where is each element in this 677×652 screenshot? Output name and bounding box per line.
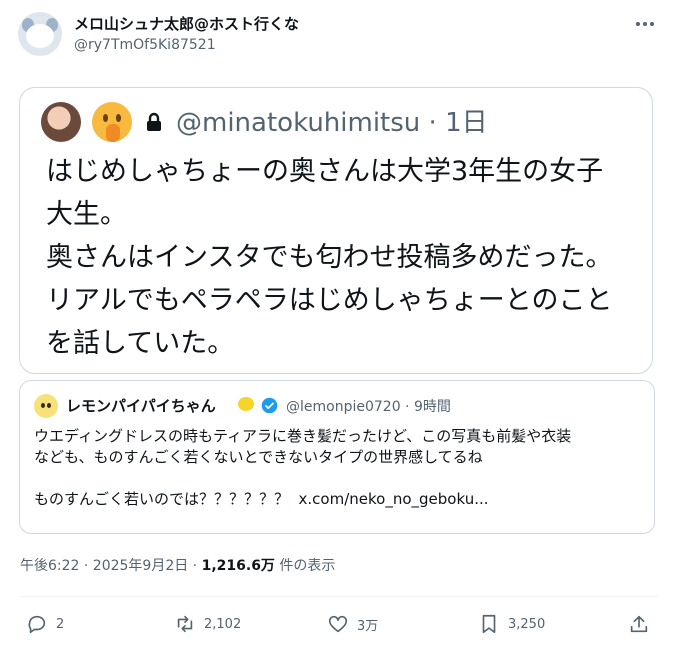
divider	[20, 596, 657, 597]
repost-count: 2,102	[204, 616, 242, 632]
bookmark-icon	[482, 614, 496, 634]
repost-button[interactable]: 2,102	[174, 612, 241, 636]
like-icon	[328, 615, 348, 633]
repost-icon	[177, 615, 193, 633]
verified-badge-icon	[261, 397, 278, 414]
views-count: 1,216.6万	[201, 558, 275, 574]
post-timestamp-views: 午後6:22 · 2025年9月2日 · 1,216.6万 件の表示	[20, 555, 335, 575]
embedded-post-text: はじめしゃちょーの奥さんは大学3年生の女子 大生。 奥さんはインスタでも匂わせ投…	[46, 156, 613, 359]
bookmark-count: 3,250	[508, 616, 546, 632]
share-icon	[630, 615, 648, 633]
lock-icon	[147, 112, 161, 131]
more-icon[interactable]	[630, 12, 660, 36]
reply-button[interactable]: 2	[26, 612, 64, 636]
author-handle[interactable]: @ry7TmOf5Ki87521	[74, 37, 216, 53]
views-label: 件の表示	[274, 558, 336, 574]
embedded-handle-time: @minatokuhimitsu · 1日	[176, 108, 488, 138]
quoted-post[interactable]: レモンパイパイちゃん @lemonpie0720 · 9時間 ウエディングドレス…	[19, 380, 655, 534]
lemon-emoji-icon	[238, 397, 254, 411]
avatar-face	[26, 24, 54, 48]
reply-icon	[28, 615, 46, 634]
like-count: 3万	[357, 618, 379, 634]
shushing-face-emoji-icon	[92, 102, 132, 142]
reply-count: 2	[56, 616, 65, 632]
post-timestamp[interactable]: 午後6:22 · 2025年9月2日 ·	[20, 558, 202, 574]
quoted-author-name: レモンパイパイちゃん	[66, 397, 216, 415]
author-display-name[interactable]: メロ山シュナ太郎@ホスト行くな	[74, 13, 299, 34]
quoted-post-text: ウエディングドレスの時もティアラに巻き髪だったけど、この写真も前髪や衣装 なども…	[34, 427, 572, 508]
quoted-handle-time: @lemonpie0720 · 9時間	[286, 399, 451, 415]
bookmark-button[interactable]: 3,250	[478, 612, 545, 636]
author-avatar[interactable]	[18, 12, 62, 56]
like-button[interactable]: 3万	[327, 612, 378, 636]
quoted-author-avatar	[34, 394, 58, 418]
embedded-post-image[interactable]: @minatokuhimitsu · 1日 はじめしゃちょーの奥さんは大学3年生…	[19, 87, 653, 374]
embedded-avatar	[41, 102, 81, 142]
share-button[interactable]	[628, 612, 650, 636]
